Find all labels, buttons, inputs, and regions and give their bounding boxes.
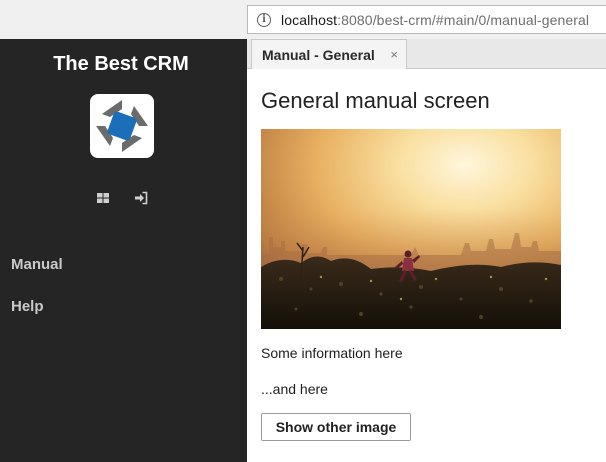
sidebar-tools: [0, 191, 247, 207]
url-path: :8080/best-crm/#main/0/manual-general: [337, 11, 590, 28]
sunset-runner-image: [261, 129, 561, 329]
main-content: Manual - General × General manual screen: [247, 39, 606, 462]
logo-icon: [96, 100, 148, 152]
sidebar-item-manual[interactable]: Manual: [11, 256, 63, 273]
page-title: General manual screen: [261, 88, 490, 113]
show-other-image-button[interactable]: Show other image: [261, 413, 411, 441]
close-icon[interactable]: ×: [390, 47, 398, 62]
sidebar-item-help[interactable]: Help: [11, 298, 44, 315]
tab-label: Manual - General: [262, 46, 375, 63]
windows-icon[interactable]: [96, 191, 110, 205]
info-paragraph: Some information here: [261, 345, 403, 361]
url-text[interactable]: localhost:8080/best-crm/#main/0/manual-g…: [281, 12, 589, 28]
tab-bar: Manual - General ×: [247, 39, 606, 69]
info-icon[interactable]: i: [257, 12, 271, 27]
address-bar[interactable]: i localhost:8080/best-crm/#main/0/manual…: [247, 5, 606, 34]
info-paragraph-more: ...and here: [261, 381, 328, 397]
sidebar: The Best CRM Manual Help: [0, 39, 247, 462]
hero-image: [261, 129, 561, 329]
login-icon[interactable]: [134, 191, 148, 205]
tab-manual-general[interactable]: Manual - General ×: [251, 39, 407, 69]
browser-toolbar: i localhost:8080/best-crm/#main/0/manual…: [0, 0, 606, 39]
brand-title: The Best CRM: [53, 53, 189, 75]
app-logo: [90, 94, 154, 158]
url-host: localhost: [281, 11, 338, 28]
